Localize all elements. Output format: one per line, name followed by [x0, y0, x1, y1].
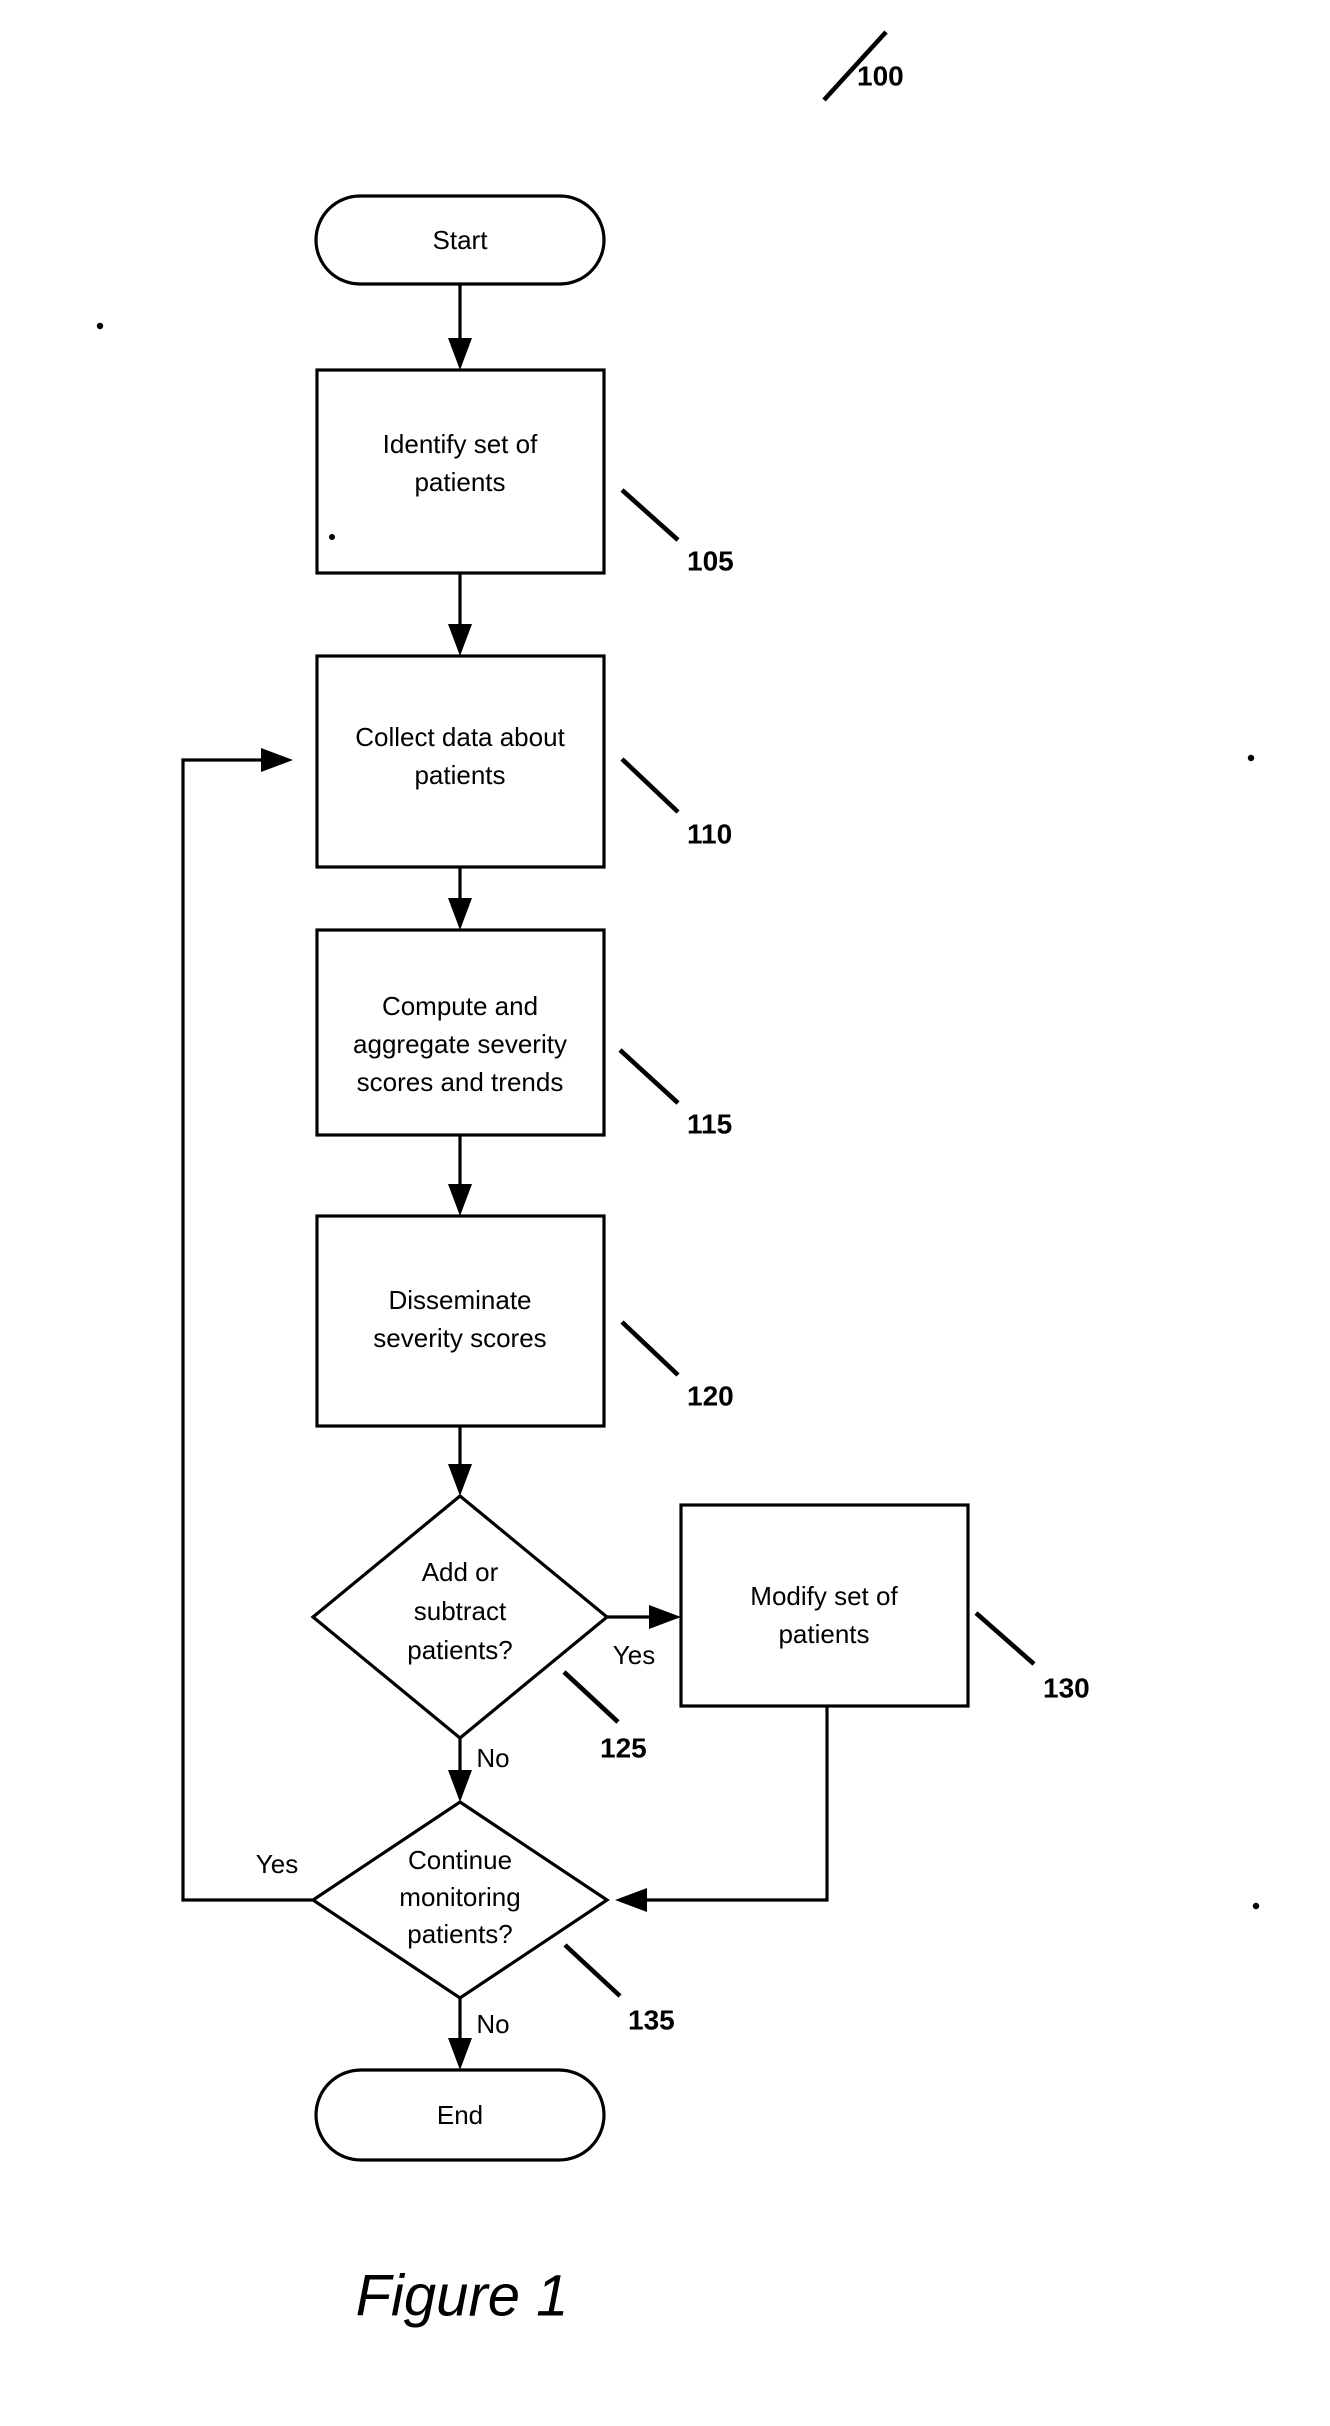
leader-line-115 [618, 1048, 680, 1105]
reference-numeral-125: 125 [600, 1732, 647, 1763]
reference-callout-120: 120 [620, 1320, 734, 1411]
node-addsubtract-label-line1: Add or [422, 1557, 499, 1587]
arrowhead-icon [448, 624, 472, 656]
arrowhead-icon [448, 1464, 472, 1496]
edge-label-yes-collect: Yes [256, 1849, 298, 1879]
arrowhead-icon [448, 1770, 472, 1802]
figure-caption: Figure 1 [356, 2263, 569, 2328]
reference-callout-115: 115 [618, 1048, 732, 1139]
reference-callout-105: 105 [620, 488, 734, 576]
node-compute[interactable]: Compute and aggregate severity scores an… [315, 928, 606, 1137]
arrowhead-icon [448, 1184, 472, 1216]
edge-label-yes-modify: Yes [613, 1640, 655, 1670]
reference-numeral-120: 120 [687, 1380, 734, 1411]
edge-label-no-end: No [476, 2009, 509, 2039]
reference-numeral-105: 105 [687, 545, 734, 576]
node-disseminate-label-line2: severity scores [373, 1323, 546, 1353]
node-compute-label-line1: Compute and [382, 991, 538, 1021]
edge-compute-disseminate [448, 1135, 472, 1216]
node-continue-label-line2: monitoring [399, 1882, 520, 1912]
node-addsubtract-label-line2: subtract [414, 1596, 507, 1626]
scan-speck [96, 322, 104, 330]
node-disseminate[interactable]: Disseminate severity scores [315, 1214, 606, 1428]
edge-addsubtract-modify: Yes [607, 1605, 681, 1670]
node-identify[interactable]: Identify set of patients [315, 368, 606, 575]
leader-line-135 [563, 1943, 622, 1998]
leader-line-125 [562, 1670, 620, 1724]
reference-numeral-135: 135 [628, 2004, 675, 2035]
scan-speck [1252, 1902, 1260, 1910]
node-compute-label-line3: scores and trends [357, 1067, 564, 1097]
reference-callout-125: 125 [562, 1670, 647, 1763]
patent-figure: 100 Start Identify set of patients 105 C… [0, 0, 1330, 2426]
reference-callout-130: 130 [974, 1611, 1090, 1703]
edge-continue-end: No [448, 1998, 510, 2070]
leader-line-130 [974, 1611, 1036, 1666]
node-modify-label-line1: Modify set of [750, 1581, 898, 1611]
arrowhead-icon [649, 1605, 681, 1629]
node-modify[interactable]: Modify set of patients [679, 1503, 970, 1708]
arrowhead-icon [448, 898, 472, 930]
process-shape-disseminate [315, 1214, 606, 1428]
reference-callout-110: 110 [620, 757, 732, 849]
node-start[interactable]: Start [314, 194, 606, 286]
node-addsubtract[interactable]: Add or subtract patients? [310, 1493, 610, 1741]
reference-numeral-110: 110 [687, 818, 732, 849]
arrowhead-icon [448, 2038, 472, 2070]
edge-line [181, 758, 313, 1902]
node-collect-label-line2: patients [414, 760, 505, 790]
node-end[interactable]: End [314, 2068, 606, 2162]
arrowhead-icon [448, 338, 472, 370]
scan-speck [1247, 754, 1255, 762]
node-collect-label-line1: Collect data about [355, 722, 565, 752]
edge-identify-collect [448, 573, 472, 656]
leader-line-120 [620, 1320, 680, 1377]
edge-disseminate-addsubtract [448, 1426, 472, 1496]
reference-callout-135: 135 [563, 1943, 675, 2035]
reference-numeral-115: 115 [687, 1108, 732, 1139]
node-continue[interactable]: Continue monitoring patients? [310, 1800, 610, 2000]
leader-line-105 [620, 488, 680, 542]
arrowhead-icon [615, 1888, 647, 1912]
node-identify-label-line1: Identify set of [383, 429, 538, 459]
node-collect[interactable]: Collect data about patients [315, 654, 606, 869]
scan-speck [329, 534, 335, 540]
node-compute-label-line2: aggregate severity [353, 1029, 567, 1059]
node-disseminate-label-line1: Disseminate [388, 1285, 531, 1315]
node-continue-label-line3: patients? [407, 1919, 513, 1949]
node-addsubtract-label-line3: patients? [407, 1635, 513, 1665]
reference-numeral-130: 130 [1043, 1672, 1090, 1703]
edge-label-no-continue: No [476, 1743, 509, 1773]
edge-line [633, 1706, 829, 1902]
node-start-label: Start [433, 225, 489, 255]
node-continue-label-line1: Continue [408, 1845, 512, 1875]
node-end-label: End [437, 2100, 483, 2130]
node-identify-label-line2: patients [414, 467, 505, 497]
edge-collect-compute [448, 867, 472, 930]
arrowhead-icon [261, 748, 293, 772]
leader-line-110 [620, 757, 680, 814]
edge-continue-collect: Yes [181, 748, 313, 1902]
edge-modify-continue [615, 1706, 829, 1912]
reference-numeral-100: 100 [857, 60, 904, 91]
edge-start-identify [448, 284, 472, 370]
flowchart-canvas: 100 Start Identify set of patients 105 C… [96, 30, 1260, 2328]
diagram-reference-100: 100 [822, 30, 904, 102]
node-modify-label-line2: patients [778, 1619, 869, 1649]
edge-addsubtract-continue: No [448, 1738, 510, 1802]
